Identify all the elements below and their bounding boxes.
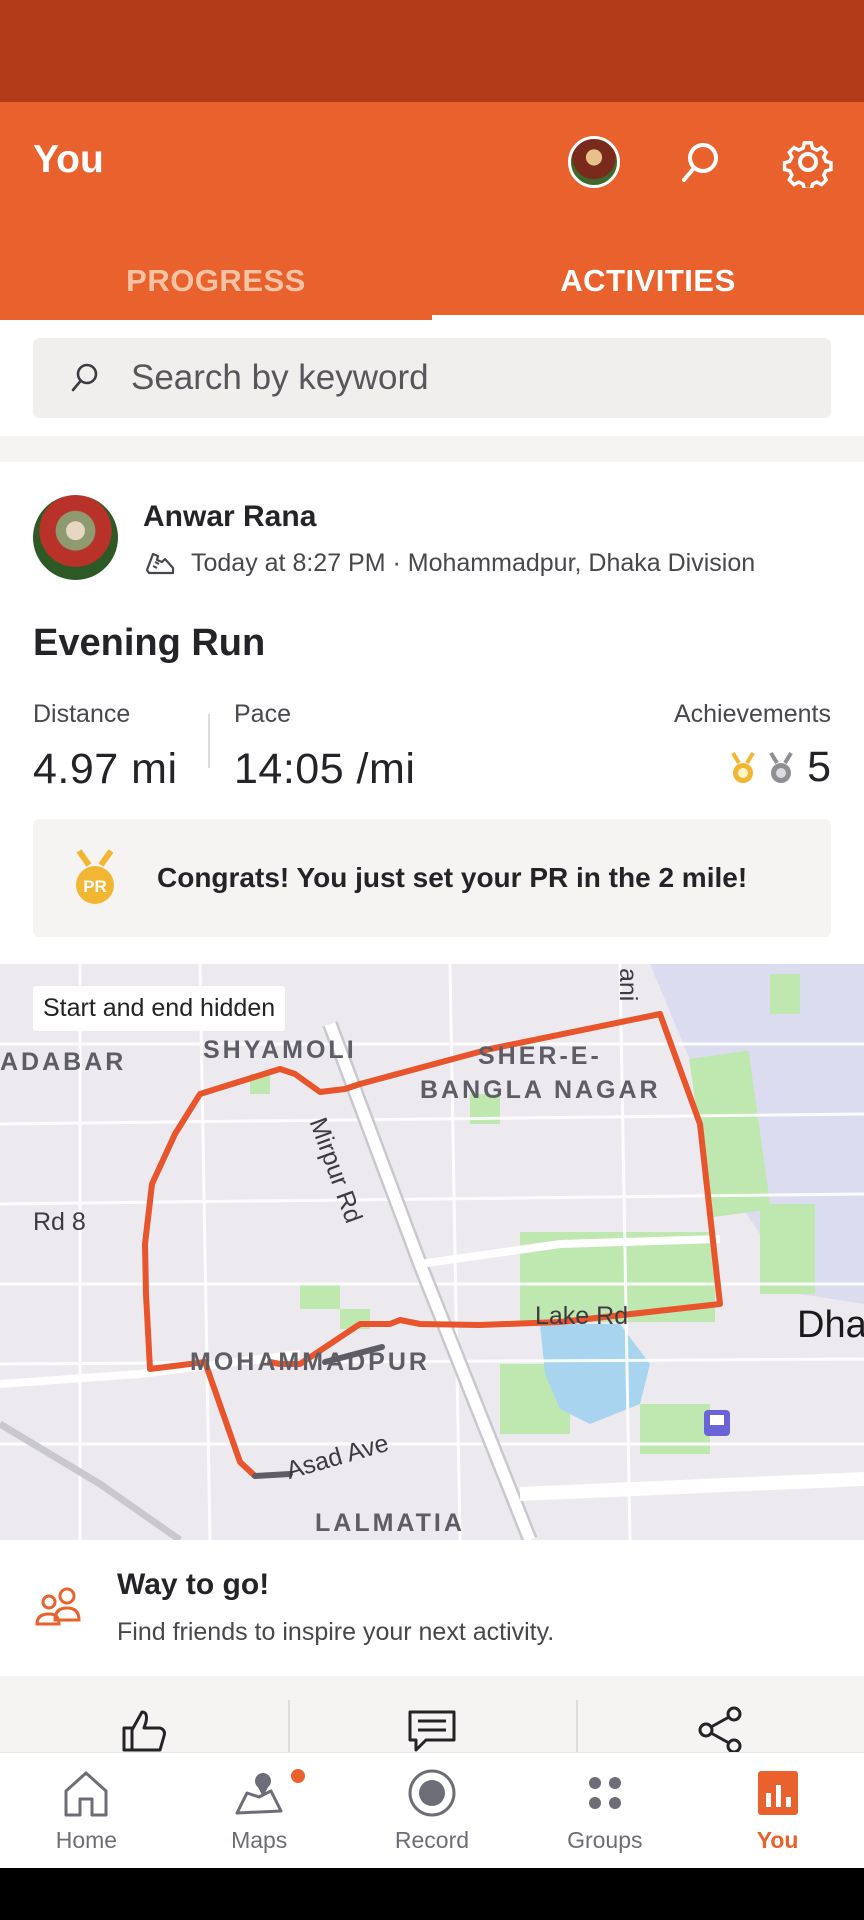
home-icon — [64, 1771, 108, 1817]
map-label-ani: ani — [614, 968, 642, 1002]
nav-home[interactable]: Home — [0, 1753, 173, 1868]
pace-stat: Pace 14:05 /mi — [234, 700, 415, 794]
distance-stat: Distance 4.97 mi — [33, 700, 178, 794]
map-label-adabar: ADABAR — [0, 1048, 127, 1076]
athlete-avatar[interactable] — [33, 495, 118, 580]
nav-home-label: Home — [55, 1827, 118, 1853]
map-canvas — [0, 964, 864, 1540]
nav-you[interactable]: You — [691, 1753, 864, 1868]
route-map[interactable]: Start and end hidden ADABAR SHYAMOLI SHE… — [0, 964, 864, 1540]
comment-icon — [408, 1710, 456, 1752]
map-label-lalmatia: LALMATIA — [315, 1509, 465, 1537]
activity-meta: Today at 8:27 PM · Mohammadpur, Dhaka Di… — [143, 548, 755, 578]
bottom-nav: Home Maps Record Groups You — [0, 1752, 864, 1868]
achievements-count: 5 — [807, 743, 831, 791]
search-section: Search by keyword — [0, 320, 864, 436]
pace-value: 14:05 /mi — [234, 745, 416, 793]
search-icon — [71, 363, 98, 392]
nav-you-label: You — [756, 1827, 799, 1853]
activity-actions — [0, 1676, 864, 1752]
map-label-lake-rd: Lake Rd — [535, 1302, 629, 1330]
tab-bar: PROGRESS ACTIVITIES — [0, 242, 864, 320]
social-subtitle: Find friends to inspire your next activi… — [117, 1618, 555, 1646]
shoe-icon — [145, 552, 175, 575]
nav-groups-label: Groups — [567, 1827, 643, 1853]
nav-record-label: Record — [394, 1827, 470, 1853]
maps-notification-dot — [290, 1769, 305, 1783]
svg-text:PR: PR — [83, 877, 107, 896]
map-label-shyamoli: SHYAMOLI — [203, 1036, 357, 1064]
you-icon — [757, 1771, 798, 1815]
tab-progress[interactable]: PROGRESS — [0, 242, 432, 320]
distance-label: Distance — [33, 700, 131, 728]
map-label-dha: Dha — [797, 1304, 864, 1346]
system-nav-bar — [0, 1868, 864, 1920]
find-friends-prompt[interactable]: Way to go! Find friends to inspire your … — [0, 1540, 864, 1676]
gold-medal-icon — [731, 751, 755, 783]
maps-icon — [235, 1773, 283, 1815]
kudos-button[interactable] — [0, 1676, 288, 1752]
achievements-stat: Achievements 5 — [674, 700, 831, 792]
social-title: Way to go! — [117, 1568, 270, 1601]
map-label-sher-e: SHER-E- — [478, 1042, 602, 1070]
app-header: You PROGRESS ACTIVITIES — [0, 102, 864, 320]
nav-record[interactable]: Record — [346, 1753, 519, 1868]
stat-divider — [208, 714, 210, 768]
silver-medal-icon — [769, 751, 793, 783]
search-icon[interactable] — [670, 132, 730, 192]
divider — [0, 436, 864, 462]
search-input[interactable]: Search by keyword — [33, 338, 831, 418]
map-label-rd8: Rd 8 — [33, 1208, 86, 1236]
pr-message: Congrats! You just set your PR in the 2 … — [157, 862, 748, 893]
athlete-name[interactable]: Anwar Rana — [143, 500, 316, 534]
record-icon — [408, 1769, 456, 1817]
nav-maps-label: Maps — [231, 1827, 288, 1853]
map-label-mohammadpur: MOHAMMADPUR — [190, 1348, 430, 1376]
share-icon — [698, 1706, 742, 1752]
pr-medal-icon: PR — [76, 849, 114, 904]
page-title: You — [33, 138, 104, 181]
start-end-hidden-badge: Start and end hidden — [33, 986, 286, 1031]
status-bar — [0, 0, 864, 102]
activity-title[interactable]: Evening Run — [33, 622, 265, 665]
achievements-label: Achievements — [673, 700, 831, 728]
nav-groups[interactable]: Groups — [518, 1753, 691, 1868]
people-icon — [35, 1587, 81, 1626]
search-placeholder: Search by keyword — [131, 358, 429, 397]
distance-value: 4.97 mi — [33, 745, 178, 793]
map-label-bangla-nagar: BANGLA NAGAR — [420, 1076, 661, 1104]
groups-icon — [588, 1777, 621, 1809]
pace-label: Pace — [234, 700, 291, 728]
profile-avatar[interactable] — [568, 136, 620, 188]
thumbs-up-icon — [122, 1710, 166, 1752]
comment-button[interactable] — [288, 1676, 576, 1752]
activity-time-location: Today at 8:27 PM · Mohammadpur, Dhaka Di… — [191, 548, 756, 577]
pr-banner[interactable]: PR Congrats! You just set your PR in the… — [33, 819, 831, 937]
gear-icon[interactable] — [778, 132, 838, 192]
tab-activities[interactable]: ACTIVITIES — [432, 242, 864, 320]
share-button[interactable] — [576, 1676, 864, 1752]
nav-maps[interactable]: Maps — [173, 1753, 346, 1868]
